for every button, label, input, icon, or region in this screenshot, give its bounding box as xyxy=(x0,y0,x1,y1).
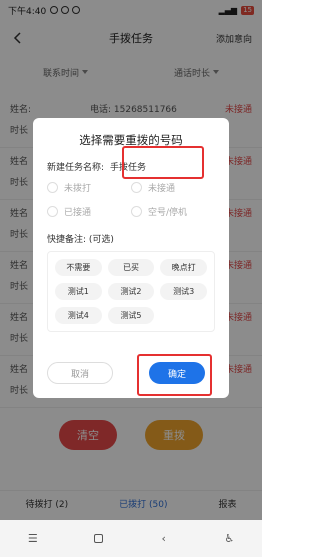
status-options: 未拨打 未接通 已接通 空号/停机 xyxy=(47,181,215,218)
option-empty-number[interactable]: 空号/停机 xyxy=(131,205,215,218)
accessibility-icon[interactable]: ♿ xyxy=(219,529,239,549)
option-label: 空号/停机 xyxy=(148,208,188,218)
radio-icon xyxy=(131,182,142,193)
option-label: 未接通 xyxy=(148,184,176,194)
note-tag[interactable]: 已买 xyxy=(107,259,155,276)
radio-icon xyxy=(131,206,142,217)
quick-notes-label: 快捷备注: (可选) xyxy=(47,235,114,245)
note-tag[interactable]: 测试4 xyxy=(55,307,102,324)
task-name-label: 新建任务名称: xyxy=(47,163,105,173)
option-label: 未拨打 xyxy=(64,184,92,194)
note-tag[interactable]: 晚点打 xyxy=(160,259,207,276)
highlight-box-not-connected xyxy=(122,146,204,179)
system-nav-bar: ☰ ‹ ♿ xyxy=(0,520,262,557)
radio-icon xyxy=(47,182,58,193)
menu-icon[interactable]: ☰ xyxy=(23,529,43,549)
note-tag[interactable]: 测试1 xyxy=(55,283,102,300)
option-not-dialed[interactable]: 未拨打 xyxy=(47,181,131,194)
highlight-box-confirm xyxy=(137,354,212,396)
back-nav-button[interactable]: ‹ xyxy=(154,529,174,549)
home-button[interactable] xyxy=(88,529,108,549)
cancel-button[interactable]: 取消 xyxy=(47,362,113,384)
option-label: 已接通 xyxy=(64,208,92,218)
quick-notes-tags: 不需要 已买 晚点打 测试1 测试2 测试3 测试4 测试5 xyxy=(47,251,215,332)
note-tag[interactable]: 测试3 xyxy=(160,283,207,300)
option-not-connected[interactable]: 未接通 xyxy=(131,181,215,194)
square-icon xyxy=(93,534,103,543)
radio-icon xyxy=(47,206,58,217)
note-tag[interactable]: 不需要 xyxy=(55,259,102,276)
note-tag[interactable]: 测试5 xyxy=(107,307,155,324)
note-tag[interactable]: 测试2 xyxy=(107,283,155,300)
option-connected[interactable]: 已接通 xyxy=(47,205,131,218)
